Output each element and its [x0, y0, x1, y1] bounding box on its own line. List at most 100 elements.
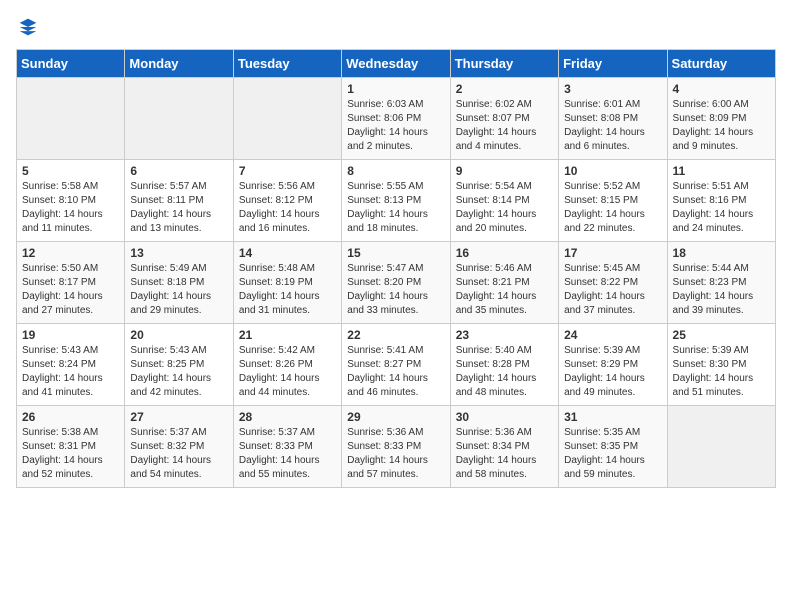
- day-number: 9: [456, 164, 553, 178]
- calendar-week-3: 12 Sunrise: 5:50 AMSunset: 8:17 PMDayligh…: [17, 242, 776, 324]
- calendar-cell: 27 Sunrise: 5:37 AMSunset: 8:32 PMDayligh…: [125, 406, 233, 488]
- day-number: 27: [130, 410, 227, 424]
- calendar-cell: 13 Sunrise: 5:49 AMSunset: 8:18 PMDayligh…: [125, 242, 233, 324]
- cell-info: Sunrise: 6:00 AMSunset: 8:09 PMDaylight:…: [673, 98, 770, 154]
- calendar-cell: 24 Sunrise: 5:39 AMSunset: 8:29 PMDayligh…: [559, 324, 667, 406]
- calendar-cell: 12 Sunrise: 5:50 AMSunset: 8:17 PMDayligh…: [17, 242, 125, 324]
- calendar-cell: [17, 78, 125, 160]
- calendar-cell: 9Sunrise: 5:54 AMSunset: 8:14 PMDaylight…: [450, 160, 558, 242]
- header-wednesday: Wednesday: [342, 50, 450, 78]
- day-number: 8: [347, 164, 444, 178]
- calendar-cell: 8 Sunrise: 5:55 AMSunset: 8:13 PMDaylight…: [342, 160, 450, 242]
- calendar-week-5: 26Sunrise: 5:38 AMSunset: 8:31 PMDayligh…: [17, 406, 776, 488]
- day-number: 3: [564, 82, 661, 96]
- cell-info: Sunrise: 6:03 AMSunset: 8:06 PMDaylight:…: [347, 98, 444, 154]
- day-number: 22: [347, 328, 444, 342]
- day-number: 20: [130, 328, 227, 342]
- calendar-table: SundayMondayTuesdayWednesdayThursdayFrid…: [16, 49, 776, 488]
- cell-info: Sunrise: 6:02 AMSunset: 8:07 PMDaylight:…: [456, 98, 553, 154]
- header-thursday: Thursday: [450, 50, 558, 78]
- day-number: 19: [22, 328, 119, 342]
- calendar-cell: 19 Sunrise: 5:43 AMSunset: 8:24 PMDayligh…: [17, 324, 125, 406]
- cell-info: Sunrise: 5:39 AMSunset: 8:30 PMDaylight:…: [673, 344, 770, 400]
- cell-info: Sunrise: 6:01 AMSunset: 8:08 PMDaylight:…: [564, 98, 661, 154]
- day-number: 28: [239, 410, 336, 424]
- calendar-cell: 10 Sunrise: 5:52 AMSunset: 8:15 PMDayligh…: [559, 160, 667, 242]
- calendar-cell: 17 Sunrise: 5:45 AMSunset: 8:22 PMDayligh…: [559, 242, 667, 324]
- day-number: 17: [564, 246, 661, 260]
- day-number: 15: [347, 246, 444, 260]
- day-number: 11: [673, 164, 770, 178]
- calendar-week-1: 1 Sunrise: 6:03 AMSunset: 8:06 PMDaylight…: [17, 78, 776, 160]
- calendar-cell: 3 Sunrise: 6:01 AMSunset: 8:08 PMDaylight…: [559, 78, 667, 160]
- cell-info: Sunrise: 5:58 AMSunset: 8:10 PMDaylight:…: [22, 180, 119, 236]
- cell-info: Sunrise: 5:49 AMSunset: 8:18 PMDaylight:…: [130, 262, 227, 318]
- cell-info: Sunrise: 5:37 AMSunset: 8:32 PMDaylight:…: [130, 426, 227, 482]
- calendar-cell: 25Sunrise: 5:39 AMSunset: 8:30 PMDayligh…: [667, 324, 775, 406]
- header-friday: Friday: [559, 50, 667, 78]
- header-monday: Monday: [125, 50, 233, 78]
- day-number: 16: [456, 246, 553, 260]
- cell-info: Sunrise: 5:55 AMSunset: 8:13 PMDaylight:…: [347, 180, 444, 236]
- day-number: 24: [564, 328, 661, 342]
- logo-icon: [18, 17, 38, 37]
- cell-info: Sunrise: 5:41 AMSunset: 8:27 PMDaylight:…: [347, 344, 444, 400]
- calendar-cell: 11 Sunrise: 5:51 AMSunset: 8:16 PMDayligh…: [667, 160, 775, 242]
- day-number: 21: [239, 328, 336, 342]
- cell-info: Sunrise: 5:50 AMSunset: 8:17 PMDaylight:…: [22, 262, 119, 318]
- day-number: 6: [130, 164, 227, 178]
- header-sunday: Sunday: [17, 50, 125, 78]
- cell-info: Sunrise: 5:48 AMSunset: 8:19 PMDaylight:…: [239, 262, 336, 318]
- calendar-cell: [233, 78, 341, 160]
- cell-info: Sunrise: 5:46 AMSunset: 8:21 PMDaylight:…: [456, 262, 553, 318]
- cell-info: Sunrise: 5:56 AMSunset: 8:12 PMDaylight:…: [239, 180, 336, 236]
- day-number: 1: [347, 82, 444, 96]
- calendar-cell: 6Sunrise: 5:57 AMSunset: 8:11 PMDaylight…: [125, 160, 233, 242]
- cell-info: Sunrise: 5:37 AMSunset: 8:33 PMDaylight:…: [239, 426, 336, 482]
- day-number: 5: [22, 164, 119, 178]
- calendar-cell: [125, 78, 233, 160]
- cell-info: Sunrise: 5:44 AMSunset: 8:23 PMDaylight:…: [673, 262, 770, 318]
- calendar-week-2: 5 Sunrise: 5:58 AMSunset: 8:10 PMDaylight…: [17, 160, 776, 242]
- calendar-cell: 26Sunrise: 5:38 AMSunset: 8:31 PMDayligh…: [17, 406, 125, 488]
- calendar-cell: 28 Sunrise: 5:37 AMSunset: 8:33 PMDayligh…: [233, 406, 341, 488]
- calendar-cell: 29Sunrise: 5:36 AMSunset: 8:33 PMDayligh…: [342, 406, 450, 488]
- cell-info: Sunrise: 5:43 AMSunset: 8:25 PMDaylight:…: [130, 344, 227, 400]
- calendar-cell: 23Sunrise: 5:40 AMSunset: 8:28 PMDayligh…: [450, 324, 558, 406]
- calendar-cell: 22 Sunrise: 5:41 AMSunset: 8:27 PMDayligh…: [342, 324, 450, 406]
- calendar-cell: 5 Sunrise: 5:58 AMSunset: 8:10 PMDaylight…: [17, 160, 125, 242]
- day-number: 14: [239, 246, 336, 260]
- day-number: 30: [456, 410, 553, 424]
- cell-info: Sunrise: 5:43 AMSunset: 8:24 PMDaylight:…: [22, 344, 119, 400]
- calendar-cell: 1 Sunrise: 6:03 AMSunset: 8:06 PMDaylight…: [342, 78, 450, 160]
- cell-info: Sunrise: 5:52 AMSunset: 8:15 PMDaylight:…: [564, 180, 661, 236]
- calendar-cell: 21 Sunrise: 5:42 AMSunset: 8:26 PMDayligh…: [233, 324, 341, 406]
- day-number: 2: [456, 82, 553, 96]
- cell-info: Sunrise: 5:35 AMSunset: 8:35 PMDaylight:…: [564, 426, 661, 482]
- calendar-cell: 4Sunrise: 6:00 AMSunset: 8:09 PMDaylight…: [667, 78, 775, 160]
- calendar-header-row: SundayMondayTuesdayWednesdayThursdayFrid…: [17, 50, 776, 78]
- calendar-cell: 14 Sunrise: 5:48 AMSunset: 8:19 PMDayligh…: [233, 242, 341, 324]
- calendar-cell: 16 Sunrise: 5:46 AMSunset: 8:21 PMDayligh…: [450, 242, 558, 324]
- calendar-cell: 18Sunrise: 5:44 AMSunset: 8:23 PMDayligh…: [667, 242, 775, 324]
- calendar-cell: 15Sunrise: 5:47 AMSunset: 8:20 PMDayligh…: [342, 242, 450, 324]
- logo: [16, 16, 38, 37]
- calendar-cell: 31 Sunrise: 5:35 AMSunset: 8:35 PMDayligh…: [559, 406, 667, 488]
- header-saturday: Saturday: [667, 50, 775, 78]
- day-number: 31: [564, 410, 661, 424]
- calendar-cell: 7 Sunrise: 5:56 AMSunset: 8:12 PMDaylight…: [233, 160, 341, 242]
- page-header: [16, 16, 776, 37]
- day-number: 29: [347, 410, 444, 424]
- cell-info: Sunrise: 5:36 AMSunset: 8:34 PMDaylight:…: [456, 426, 553, 482]
- day-number: 10: [564, 164, 661, 178]
- day-number: 13: [130, 246, 227, 260]
- day-number: 12: [22, 246, 119, 260]
- cell-info: Sunrise: 5:42 AMSunset: 8:26 PMDaylight:…: [239, 344, 336, 400]
- calendar-cell: 20 Sunrise: 5:43 AMSunset: 8:25 PMDayligh…: [125, 324, 233, 406]
- day-number: 7: [239, 164, 336, 178]
- cell-info: Sunrise: 5:39 AMSunset: 8:29 PMDaylight:…: [564, 344, 661, 400]
- calendar-week-4: 19 Sunrise: 5:43 AMSunset: 8:24 PMDayligh…: [17, 324, 776, 406]
- day-number: 26: [22, 410, 119, 424]
- cell-info: Sunrise: 5:45 AMSunset: 8:22 PMDaylight:…: [564, 262, 661, 318]
- cell-info: Sunrise: 5:51 AMSunset: 8:16 PMDaylight:…: [673, 180, 770, 236]
